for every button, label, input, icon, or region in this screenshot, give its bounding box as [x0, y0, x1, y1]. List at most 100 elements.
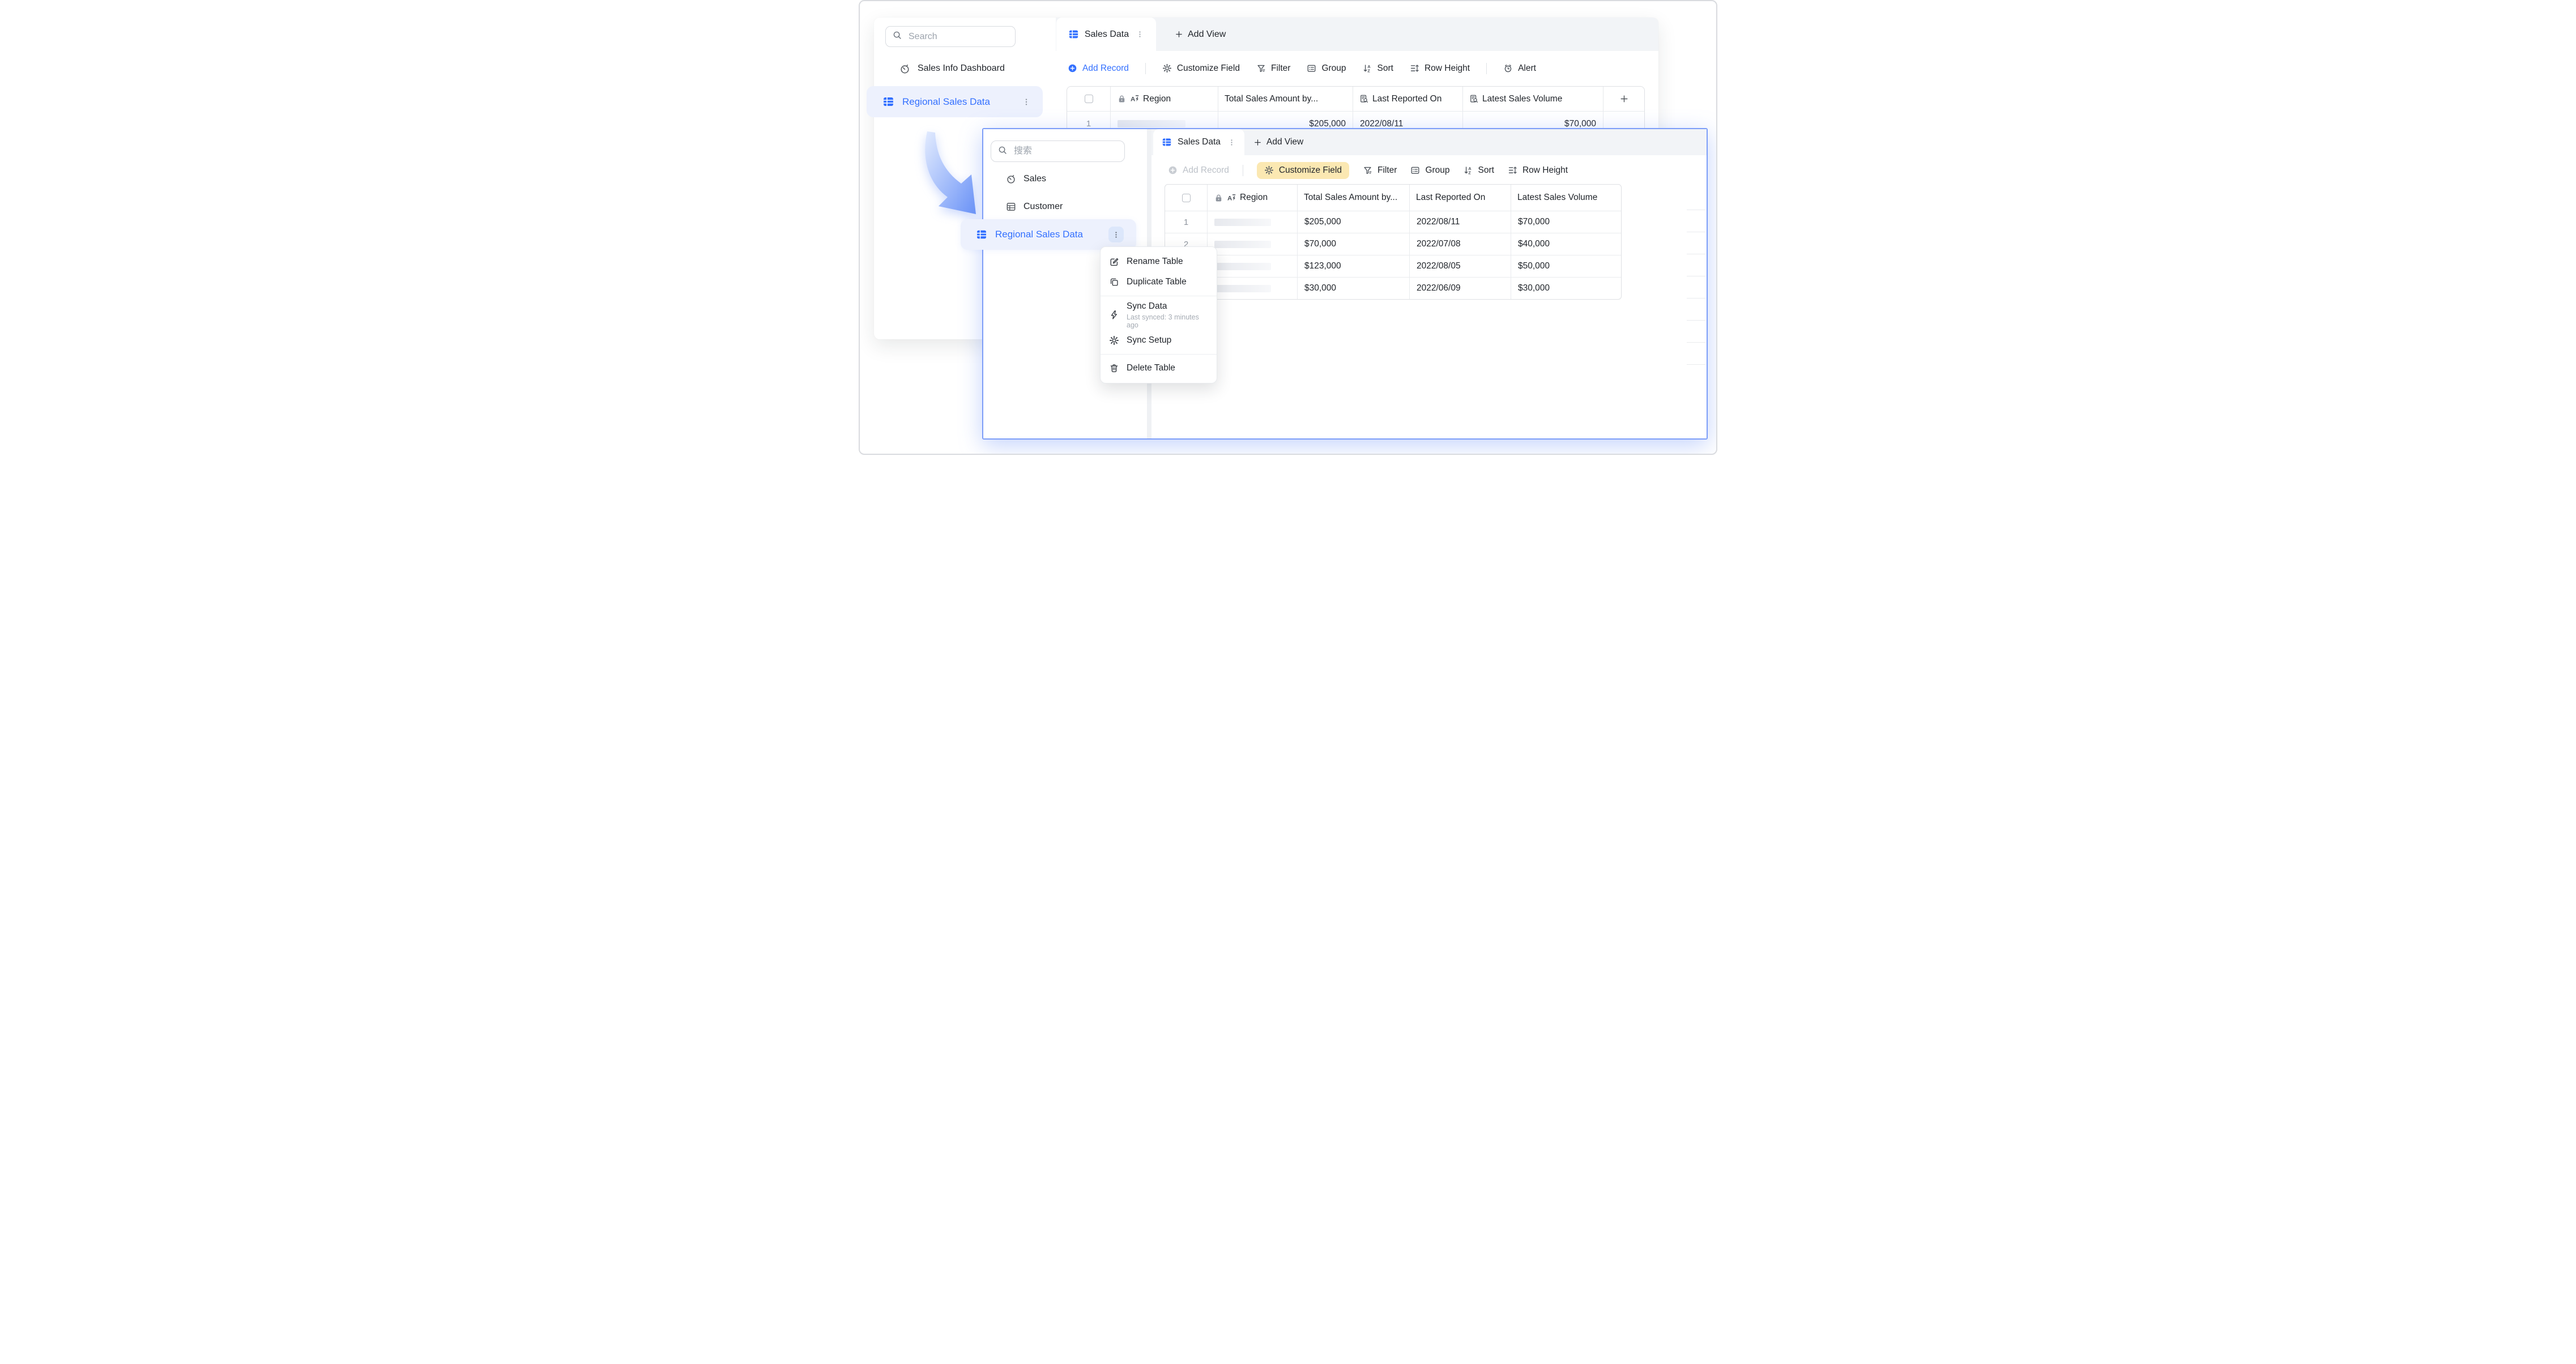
toolbar-button-alert[interactable]: Alert [1503, 63, 1536, 74]
search-input[interactable] [1013, 146, 1118, 157]
tab-label: Sales Data [1085, 29, 1129, 40]
sidebar-item-customer[interactable]: Customer [1006, 199, 1063, 214]
gear-icon [1109, 335, 1119, 346]
sidebar-item-sales[interactable]: Sales [1006, 172, 1046, 186]
sidebar-item-sales-info-dashboard[interactable]: Sales Info Dashboard [899, 61, 1005, 76]
table-header-row: ARegionTotal Sales Amount by... Last Repo… [1165, 185, 1621, 211]
cell-value: $70,000 [1518, 217, 1550, 227]
background-toolbar: Add Record Customize Field Filter Group AZSo… [1056, 51, 1653, 86]
add-view-button[interactable]: Add View [1253, 129, 1303, 155]
column-header-last-reported-on[interactable]: Last Reported On [1353, 87, 1463, 111]
search-input[interactable] [907, 31, 1009, 42]
toolbar-button-add-record[interactable]: Add Record [1068, 63, 1129, 74]
sidebar-item-regional-sales-data[interactable]: Regional Sales Data [867, 86, 1043, 117]
column-header-latest-sales-volume[interactable]: Latest Sales Volume [1463, 87, 1603, 111]
kebab-menu-button[interactable] [1108, 227, 1124, 242]
toolbar-button-filter[interactable]: Filter [1363, 165, 1397, 176]
table-row[interactable]: 3$123,0002022/08/05$50,000 [1165, 255, 1621, 277]
redacted-placeholder [1118, 120, 1185, 127]
plus-circle-icon [1168, 165, 1178, 175]
toolbar-button-filter[interactable]: Filter [1256, 63, 1290, 74]
cell-value: $40,000 [1518, 239, 1550, 249]
menu-item-sync-setup[interactable]: Sync Setup [1101, 330, 1217, 351]
search-box[interactable] [991, 140, 1125, 162]
toolbar-button-group[interactable]: Group [1307, 63, 1346, 74]
toolbar-button-row-height[interactable]: Row Height [1508, 165, 1568, 176]
menu-item-label: Sync Setup [1127, 335, 1171, 346]
plus-icon [1175, 30, 1183, 39]
column-header-last-reported-on[interactable]: Last Reported On [1410, 185, 1511, 211]
redacted-placeholder [1214, 241, 1271, 248]
menu-item-sublabel: Last synced: 3 minutes ago [1127, 313, 1208, 329]
menu-item-delete-table[interactable]: Delete Table [1101, 358, 1217, 378]
cell-total-sales-amount-by: $30,000 [1298, 278, 1410, 299]
text-field-sync-icon: A [1130, 94, 1140, 104]
cell-last-reported-on: 2022/08/11 [1410, 211, 1511, 233]
add-view-label: Add View [1266, 137, 1303, 147]
toolbar-button-label: Group [1321, 63, 1346, 74]
kebab-menu-icon[interactable] [1022, 97, 1031, 106]
page-frame: Sales Info Dashboard Sales Data Add View… [859, 0, 1717, 455]
column-header-region[interactable]: ARegion [1111, 87, 1218, 111]
redacted-placeholder [1214, 219, 1271, 226]
toolbar-button-customize-field[interactable]: Customize Field [1257, 162, 1349, 179]
toolbar-button-customize-field[interactable]: Customize Field [1162, 63, 1240, 74]
column-header-total-sales-amount-by[interactable]: Total Sales Amount by... [1298, 185, 1410, 211]
redacted-placeholder [1214, 263, 1271, 270]
cell-value: 2022/08/05 [1417, 261, 1461, 271]
column-header-label: Last Reported On [1416, 193, 1485, 203]
toolbar-button-row-height[interactable]: Row Height [1410, 63, 1470, 74]
cell-value: $205,000 [1304, 217, 1341, 227]
checkbox[interactable] [1182, 194, 1191, 202]
gear-icon [1162, 63, 1172, 73]
add-column-button[interactable] [1603, 87, 1645, 111]
gridline-fragment [1687, 298, 1706, 299]
search-box[interactable] [885, 26, 1016, 47]
cell-last-reported-on: 2022/06/09 [1410, 278, 1511, 299]
column-header-region[interactable]: ARegion [1208, 185, 1298, 211]
rename-icon [1109, 257, 1119, 267]
add-view-button[interactable]: Add View [1175, 18, 1226, 51]
text-field-sync-icon: A [1227, 193, 1236, 203]
column-header-label: Total Sales Amount by... [1225, 94, 1318, 104]
column-header-label: Latest Sales Volume [1517, 193, 1597, 203]
tab-sales-data[interactable]: Sales Data [1153, 129, 1244, 155]
cell-total-sales-amount-by: $205,000 [1298, 211, 1410, 233]
table-row[interactable]: 4$30,0002022/06/09$30,000 [1165, 277, 1621, 299]
row-number: 1 [1086, 119, 1091, 129]
row-height-icon [1410, 63, 1419, 73]
select-all-checkbox-cell [1165, 185, 1208, 211]
menu-item-rename-table[interactable]: Rename Table [1101, 252, 1217, 272]
column-header-latest-sales-volume[interactable]: Latest Sales Volume [1511, 185, 1622, 211]
toolbar-button-sort[interactable]: AZSort [1464, 165, 1494, 176]
table-icon [1068, 29, 1079, 40]
table-row[interactable]: 2$70,0002022/07/08$40,000 [1165, 233, 1621, 255]
toolbar-button-label: Customize Field [1177, 63, 1240, 74]
group-icon [1307, 63, 1316, 73]
cell-value: $70,000 [1304, 239, 1336, 249]
kebab-menu-icon[interactable] [1136, 30, 1144, 39]
region-cell [1208, 211, 1298, 233]
column-header-total-sales-amount-by[interactable]: Total Sales Amount by... [1218, 87, 1353, 111]
cell-total-sales-amount-by: $70,000 [1298, 233, 1410, 255]
overlay-data-table: ARegionTotal Sales Amount by... Last Repo… [1165, 184, 1622, 300]
table-row[interactable]: 1$205,0002022/08/11$70,000 [1165, 211, 1621, 233]
sidebar-item-regional-sales-data[interactable]: Regional Sales Data [961, 219, 1136, 250]
cell-value: $205,000 [1309, 119, 1346, 129]
column-header-label: Region [1143, 94, 1171, 104]
dashboard-icon [1006, 174, 1016, 184]
tab-sales-data[interactable]: Sales Data [1056, 18, 1156, 51]
cell-value: $50,000 [1518, 261, 1550, 271]
table-icon [882, 96, 894, 108]
menu-item-sync-data[interactable]: Sync DataLast synced: 3 minutes ago [1101, 300, 1217, 330]
table-icon [976, 229, 987, 240]
toolbar-button-group[interactable]: Group [1410, 165, 1449, 176]
kebab-menu-icon[interactable] [1227, 138, 1236, 147]
trash-icon [1109, 363, 1119, 373]
toolbar-button-sort[interactable]: AZSort [1363, 63, 1393, 74]
overlay-main: Sales Data Add View Add RecordCustomize … [1151, 129, 1707, 438]
toolbar-button-label: Row Height [1522, 165, 1568, 176]
menu-item-duplicate-table[interactable]: Duplicate Table [1101, 272, 1217, 292]
checkbox[interactable] [1085, 95, 1093, 103]
toolbar-divider [1145, 63, 1146, 74]
